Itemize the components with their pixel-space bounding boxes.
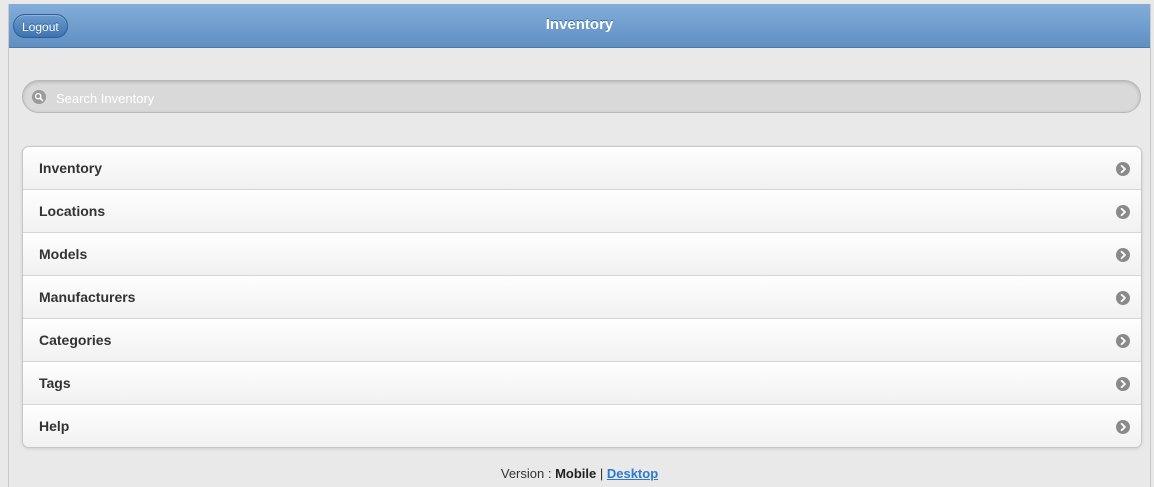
menu-item-label: Models — [39, 246, 88, 262]
version-prefix: Version : — [500, 466, 556, 481]
menu-item-manufacturers[interactable]: Manufacturers — [23, 276, 1141, 319]
version-mobile-label: Mobile — [555, 466, 597, 481]
menu-item-label: Manufacturers — [39, 289, 136, 305]
page-title: Inventory — [545, 16, 614, 33]
menu-item-models[interactable]: Models — [23, 233, 1141, 276]
menu-item-categories[interactable]: Categories — [23, 319, 1141, 362]
search-input[interactable] — [54, 87, 1118, 109]
menu-item-label: Locations — [39, 203, 106, 219]
chevron-right-circle-icon — [1116, 205, 1130, 219]
menu-item-label: Help — [39, 418, 70, 434]
version-footer: Version : Mobile | Desktop — [9, 466, 1150, 481]
menu-item-label: Tags — [39, 375, 71, 391]
chevron-right-circle-icon — [1116, 420, 1130, 434]
menu-item-inventory[interactable]: Inventory — [23, 147, 1141, 190]
menu-item-label: Inventory — [39, 160, 103, 176]
chevron-right-circle-icon — [1116, 162, 1130, 176]
chevron-right-circle-icon — [1116, 334, 1130, 348]
desktop-version-link[interactable]: Desktop — [607, 466, 658, 481]
menu-item-locations[interactable]: Locations — [23, 190, 1141, 233]
search-icon — [32, 90, 46, 104]
app-window: Logout Inventory Inventory Locations Mo — [8, 4, 1151, 487]
menu-item-label: Categories — [39, 332, 112, 348]
menu-list: Inventory Locations Models Manufacturers — [22, 146, 1142, 448]
chevron-right-circle-icon — [1116, 377, 1130, 391]
version-separator: | — [596, 466, 607, 481]
chevron-right-circle-icon — [1116, 248, 1130, 262]
menu-item-tags[interactable]: Tags — [23, 362, 1141, 405]
chevron-right-circle-icon — [1116, 291, 1130, 305]
menu-item-help[interactable]: Help — [23, 405, 1141, 447]
search-bar[interactable] — [22, 80, 1141, 113]
header-bar: Logout Inventory — [9, 4, 1150, 48]
